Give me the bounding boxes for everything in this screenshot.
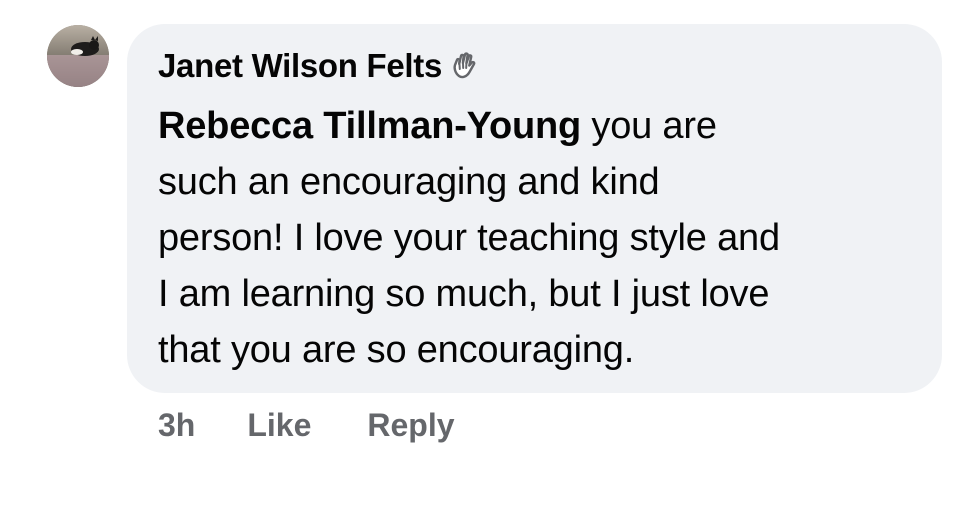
like-button[interactable]: Like <box>247 407 311 444</box>
avatar[interactable] <box>47 25 109 87</box>
comment-line: I am learning so much, but I just love <box>158 273 770 315</box>
comment: Janet Wilson Felts Rebecca Tillman-Young… <box>0 0 974 520</box>
reply-button[interactable]: Reply <box>367 407 454 444</box>
author-name[interactable]: Janet Wilson Felts <box>158 47 442 85</box>
avatar-photo <box>47 25 109 87</box>
waving-hand-icon <box>450 51 480 81</box>
comment-actions: 3h Like Reply <box>158 403 455 447</box>
timestamp[interactable]: 3h <box>158 407 195 444</box>
author-row: Janet Wilson Felts <box>158 44 480 88</box>
comment-line: such an encouraging and kind <box>158 161 660 203</box>
comment-line: Rebecca Tillman-Young you are <box>158 98 928 154</box>
comment-text: Rebecca Tillman-Young you are such an en… <box>158 98 928 378</box>
comment-line: that you are so encouraging. <box>158 329 635 371</box>
comment-line-text: you are <box>581 105 717 147</box>
mention-link[interactable]: Rebecca Tillman-Young <box>158 105 581 147</box>
comment-line: person! I love your teaching style and <box>158 217 780 259</box>
